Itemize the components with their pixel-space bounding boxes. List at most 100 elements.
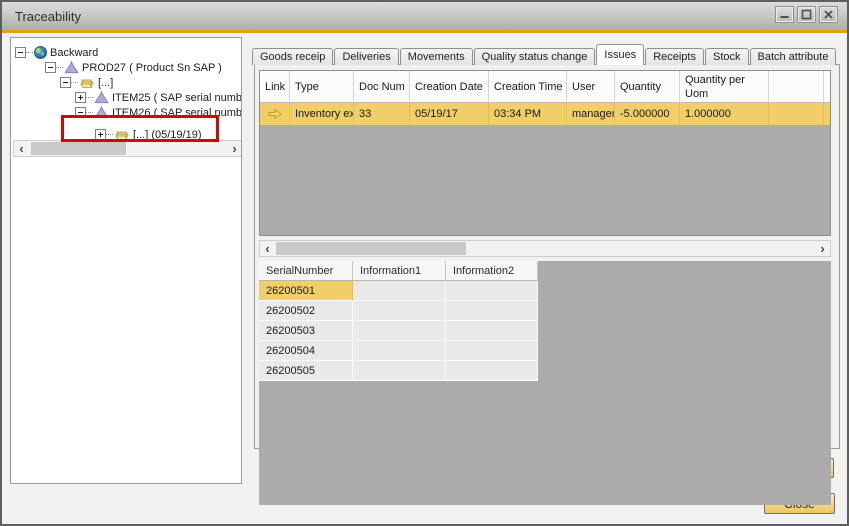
quantity-per-uom-cell: 1.000000: [680, 103, 769, 125]
issues-table-header: Link Type Doc Num Creation Date Creation…: [260, 71, 830, 103]
information1-cell[interactable]: [353, 361, 446, 381]
tab-receipts[interactable]: Receipts: [645, 48, 704, 65]
scroll-thumb[interactable]: [31, 142, 126, 155]
information2-cell[interactable]: [446, 321, 538, 341]
column-header[interactable]: User: [567, 71, 615, 103]
serials-area: SerialNumber Information1 Information2 2…: [259, 261, 831, 505]
tree-item-item25[interactable]: ITEM25 ( SAP serial numbe: [11, 90, 241, 105]
user-cell: manager: [567, 103, 615, 125]
cone-icon: [64, 61, 79, 74]
serial-row: 26200503: [259, 321, 538, 341]
minimize-button[interactable]: [775, 6, 794, 23]
issues-table-hscrollbar[interactable]: ‹ ›: [259, 240, 831, 257]
cone-icon: [94, 106, 109, 119]
expand-toggle-icon[interactable]: [75, 92, 86, 103]
serial-number-cell[interactable]: 26200505: [259, 361, 353, 381]
scroll-thumb[interactable]: [276, 242, 466, 255]
globe-icon: [34, 46, 47, 59]
information2-cell[interactable]: [446, 301, 538, 321]
collapse-toggle-icon[interactable]: [75, 107, 86, 118]
expand-toggle-icon[interactable]: [95, 129, 106, 140]
column-header[interactable]: [824, 71, 831, 103]
serial-number-cell[interactable]: 26200503: [259, 321, 353, 341]
tree-item-label[interactable]: [...]: [98, 77, 113, 89]
tab-goods-receipt[interactable]: Goods receip: [252, 48, 333, 65]
column-header[interactable]: Type: [290, 71, 354, 103]
window-title: Traceability: [2, 9, 81, 24]
tree-item-backward[interactable]: Backward: [11, 45, 241, 60]
tree-hscrollbar[interactable]: ‹ ›: [13, 140, 242, 157]
column-header[interactable]: Link: [260, 71, 290, 103]
information1-cell[interactable]: [353, 301, 446, 321]
serial-number-cell[interactable]: 26200502: [259, 301, 353, 321]
trace-tree: Backward PROD27 ( Product Sn SAP ): [11, 38, 241, 142]
column-header[interactable]: Quantity: [615, 71, 680, 103]
information2-cell[interactable]: [446, 281, 538, 301]
tab-issues[interactable]: Issues: [596, 44, 644, 65]
tab-stock[interactable]: Stock: [705, 48, 749, 65]
scroll-right-icon[interactable]: ›: [815, 241, 830, 256]
collapse-toggle-icon[interactable]: [60, 77, 71, 88]
quantity-cell: -5.000000: [615, 103, 680, 125]
column-header[interactable]: SerialNumber: [259, 261, 353, 281]
close-icon: [823, 9, 834, 20]
serial-row: 26200502: [259, 301, 538, 321]
serials-table: SerialNumber Information1 Information2 2…: [259, 261, 538, 381]
column-header[interactable]: [769, 71, 824, 103]
serial-number-cell[interactable]: 26200504: [259, 341, 353, 361]
serial-row: 26200505: [259, 361, 538, 381]
traceability-window: Traceability Backward PROD27 (: [0, 0, 849, 526]
titlebar: Traceability: [2, 2, 847, 30]
column-header[interactable]: Information2: [446, 261, 538, 281]
column-header[interactable]: Information1: [353, 261, 446, 281]
tree-item-label[interactable]: ITEM25 ( SAP serial numbe: [112, 92, 241, 104]
creation-date-cell: 05/19/17: [410, 103, 489, 125]
tree-panel: Backward PROD27 ( Product Sn SAP ): [10, 37, 242, 484]
issues-tab-panel: Link Type Doc Num Creation Date Creation…: [254, 64, 840, 449]
tab-quality-status-change[interactable]: Quality status change: [474, 48, 596, 65]
empty-cell: [824, 103, 831, 125]
tab-deliveries[interactable]: Deliveries: [334, 48, 398, 65]
issues-table: Link Type Doc Num Creation Date Creation…: [259, 70, 831, 236]
tree-item-prod27[interactable]: PROD27 ( Product Sn SAP ): [11, 60, 241, 75]
information2-cell[interactable]: [446, 341, 538, 361]
scroll-left-icon[interactable]: ‹: [260, 241, 275, 256]
collapse-toggle-icon[interactable]: [15, 47, 26, 58]
maximize-icon: [801, 9, 812, 20]
tab-batch-attribute[interactable]: Batch attribute: [750, 48, 837, 65]
cone-icon: [94, 91, 109, 104]
serial-row: 26200501: [259, 281, 538, 301]
window-controls: [775, 6, 838, 23]
tree-item-item26[interactable]: ITEM26 ( SAP serial numbe: [11, 105, 241, 120]
scroll-right-icon[interactable]: ›: [227, 141, 242, 156]
doc-num-cell: 33: [354, 103, 410, 125]
column-header[interactable]: Creation Date: [410, 71, 489, 103]
information1-cell[interactable]: [353, 341, 446, 361]
accent-line: [2, 30, 847, 33]
maximize-button[interactable]: [797, 6, 816, 23]
notes-icon: [79, 76, 95, 89]
tree-item-label[interactable]: Backward: [50, 47, 98, 59]
close-window-button[interactable]: [819, 6, 838, 23]
collapse-toggle-icon[interactable]: [45, 62, 56, 73]
issues-table-row[interactable]: Inventory exit 33 05/19/17 03:34 PM mana…: [260, 103, 830, 125]
link-arrow-icon: [268, 108, 282, 120]
information1-cell[interactable]: [353, 281, 446, 301]
column-header[interactable]: Quantity per Uom: [680, 71, 769, 103]
scroll-left-icon[interactable]: ‹: [14, 141, 29, 156]
tab-bar: Goods receip Deliveries Movements Qualit…: [252, 44, 837, 65]
column-header[interactable]: Doc Num: [354, 71, 410, 103]
tree-item-label[interactable]: PROD27 ( Product Sn SAP ): [82, 62, 222, 74]
empty-cell: [769, 103, 824, 125]
information1-cell[interactable]: [353, 321, 446, 341]
minimize-icon: [779, 9, 790, 20]
tree-item-batch-group[interactable]: [...]: [11, 75, 241, 90]
creation-time-cell: 03:34 PM: [489, 103, 567, 125]
tab-movements[interactable]: Movements: [400, 48, 473, 65]
information2-cell[interactable]: [446, 361, 538, 381]
link-cell[interactable]: [260, 103, 290, 125]
column-header[interactable]: Creation Time: [489, 71, 567, 103]
tree-item-label[interactable]: [...] (05/19/19): [133, 129, 201, 141]
tree-item-label[interactable]: ITEM26 ( SAP serial numbe: [112, 107, 241, 119]
serial-number-cell[interactable]: 26200501: [259, 281, 353, 301]
